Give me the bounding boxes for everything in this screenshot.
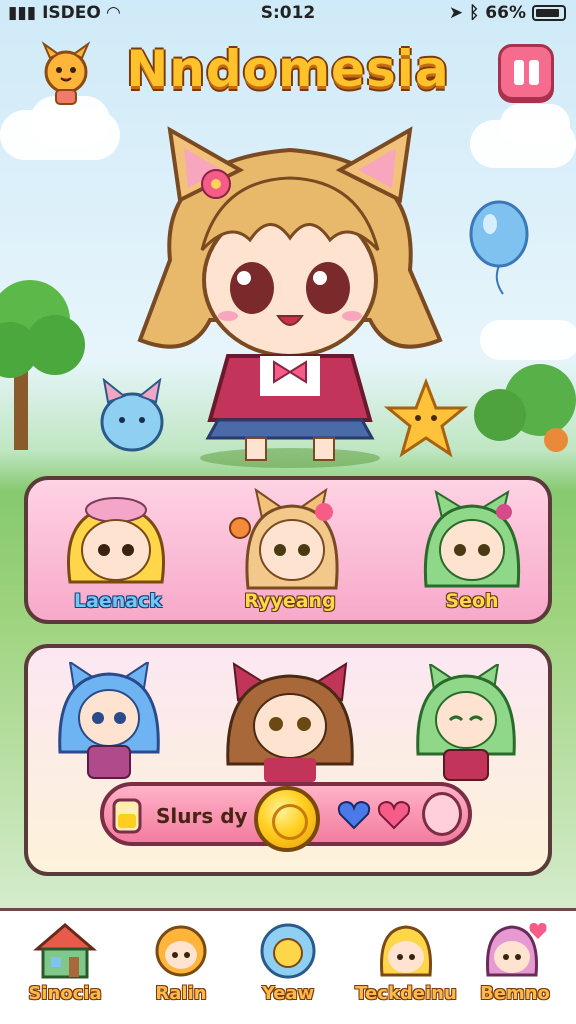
location-icon: ➤ <box>448 3 464 23</box>
status-bar: ▮▮▮ ISDEO ◠ S:012 ➤ ᛒ 66% <box>0 0 576 26</box>
character-name: Ryyeang <box>244 590 336 612</box>
nav-item-bemno[interactable]: Bemno <box>460 919 570 1019</box>
nav-label: Sinocia <box>28 983 102 1004</box>
nav-label: Teckdeinu <box>355 983 457 1004</box>
party-member-green[interactable] <box>408 664 528 784</box>
nav-label: Ralin <box>155 983 207 1004</box>
nav-label: Yeaw <box>261 983 315 1004</box>
nav-item-ralin[interactable]: Ralin <box>126 919 236 1019</box>
pause-icon <box>514 60 524 85</box>
character-icon <box>155 925 207 977</box>
hearts-icon <box>337 800 411 830</box>
cloud <box>500 104 570 144</box>
nav-item-teckdeinu[interactable]: Teckdeinu <box>346 919 466 1019</box>
character-name: Laenack <box>73 590 163 612</box>
bluetooth-icon: ᛒ <box>469 3 480 23</box>
character-portrait-ryyeang[interactable] <box>226 488 356 592</box>
coin-button[interactable] <box>254 786 320 852</box>
party-member-blue[interactable] <box>54 662 164 782</box>
game-title: Nndomesia <box>126 40 450 98</box>
status-pill-text: Slurs dy <box>156 804 248 828</box>
bottom-nav: Sinocia Ralin Yeaw Teckdeinu Bemno <box>0 908 576 1024</box>
nav-item-yeaw[interactable]: Yeaw <box>233 919 343 1019</box>
balloon-icon <box>469 200 529 295</box>
battery-percent: 66% <box>485 3 526 23</box>
house-icon <box>33 923 97 979</box>
character-icon <box>486 923 547 977</box>
nav-item-sinocia[interactable]: Sinocia <box>10 919 120 1019</box>
pause-button[interactable] <box>498 44 554 100</box>
pig-icon <box>422 792 462 836</box>
character-name: Seoh <box>445 590 499 612</box>
pet-icon <box>260 923 316 979</box>
character-icon <box>380 925 432 977</box>
character-select-panel: Laenack Ryyeang Seoh <box>24 476 552 624</box>
pause-icon <box>529 60 539 85</box>
nav-label: Bemno <box>480 983 550 1004</box>
character-portrait-laenack[interactable] <box>50 492 180 592</box>
blue-pet[interactable] <box>92 378 172 458</box>
battery-icon <box>532 5 566 21</box>
potion-icon <box>112 798 142 834</box>
party-member-brown[interactable] <box>220 660 360 784</box>
character-portrait-seoh[interactable] <box>412 490 532 590</box>
orange-pet[interactable] <box>384 378 468 462</box>
